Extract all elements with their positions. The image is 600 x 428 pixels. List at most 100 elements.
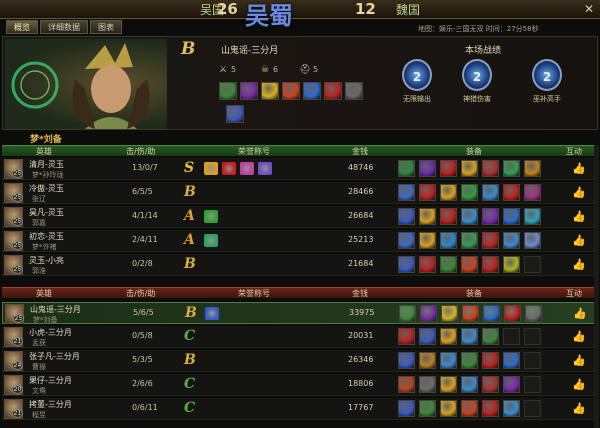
thumbs-up-icon[interactable]: 👍 — [572, 186, 586, 200]
thumbs-up-icon[interactable]: 👍 — [573, 307, 587, 321]
item-icon[interactable] — [461, 208, 478, 225]
item-icon[interactable] — [461, 376, 478, 393]
item-icon[interactable] — [503, 400, 520, 417]
honor-icon[interactable] — [204, 210, 218, 223]
thumbs-up-icon[interactable]: 👍 — [572, 162, 586, 176]
item-icon[interactable] — [504, 305, 521, 322]
item-icon[interactable] — [419, 400, 436, 417]
item-icon[interactable] — [419, 160, 436, 177]
item-icon[interactable] — [226, 105, 244, 123]
player-row[interactable]: 20 果仔-三分月 文鸯 2/6/6 C 18806 👍 — [2, 374, 598, 396]
item-icon[interactable] — [440, 376, 457, 393]
item-icon[interactable] — [461, 400, 478, 417]
item-icon[interactable] — [483, 305, 500, 322]
item-icon[interactable] — [503, 232, 520, 249]
item-icon[interactable] — [440, 184, 457, 201]
close-icon[interactable]: ✕ — [578, 0, 600, 19]
tab-overview[interactable]: 概览 — [6, 20, 38, 34]
item-icon[interactable] — [440, 232, 457, 249]
item-icon[interactable] — [240, 82, 258, 100]
player-row[interactable]: 25 灵玉-小亮 郭淮 0/2/8 B 21684 👍 — [2, 254, 598, 276]
tab-charts[interactable]: 图表 — [90, 20, 122, 34]
item-icon[interactable] — [440, 400, 457, 417]
player-row[interactable]: 25 冷傲-灵玉 张辽 6/5/5 B 28466 👍 — [2, 182, 598, 204]
item-icon[interactable] — [440, 352, 457, 369]
honor-icon[interactable] — [258, 162, 272, 175]
tab-details[interactable]: 详细数据 — [40, 20, 88, 34]
item-icon[interactable] — [503, 256, 520, 273]
honor-icon[interactable] — [204, 234, 218, 247]
item-icon[interactable] — [461, 352, 478, 369]
honor-icon[interactable] — [204, 162, 218, 175]
player-row[interactable]: 21 拷董-三分月 程昱 0/6/11 C 17767 👍 — [2, 398, 598, 420]
item-icon[interactable] — [524, 208, 541, 225]
item-icon[interactable] — [440, 328, 457, 345]
item-icon[interactable] — [398, 256, 415, 273]
item-icon[interactable] — [482, 400, 499, 417]
item-icon[interactable] — [440, 160, 457, 177]
item-icon[interactable] — [440, 208, 457, 225]
thumbs-up-icon[interactable]: 👍 — [572, 258, 586, 272]
item-icon[interactable] — [524, 184, 541, 201]
item-icon[interactable] — [482, 184, 499, 201]
player-row[interactable]: 25 山鬼谣-三分月 梦*刘备 5/6/5 B 33975 👍 — [2, 302, 598, 324]
item-icon[interactable] — [398, 184, 415, 201]
item-icon[interactable] — [398, 160, 415, 177]
item-icon[interactable] — [219, 82, 237, 100]
thumbs-up-icon[interactable]: 👍 — [572, 378, 586, 392]
item-icon[interactable] — [482, 256, 499, 273]
item-icon[interactable] — [503, 184, 520, 201]
item-icon[interactable] — [482, 232, 499, 249]
item-icon[interactable] — [524, 160, 541, 177]
player-row[interactable]: 21 小虎-三分月 孟获 0/5/8 C 20031 👍 — [2, 326, 598, 348]
item-icon[interactable] — [398, 232, 415, 249]
item-icon[interactable] — [441, 305, 458, 322]
item-icon[interactable] — [524, 232, 541, 249]
item-icon[interactable] — [419, 256, 436, 273]
thumbs-up-icon[interactable]: 👍 — [572, 402, 586, 416]
thumbs-up-icon[interactable]: 👍 — [572, 234, 586, 248]
item-icon[interactable] — [503, 352, 520, 369]
item-icon[interactable] — [482, 328, 499, 345]
item-icon[interactable] — [503, 376, 520, 393]
honor-icon[interactable] — [205, 307, 219, 320]
item-icon[interactable] — [419, 376, 436, 393]
item-icon[interactable] — [482, 352, 499, 369]
thumbs-up-icon[interactable]: 👍 — [572, 354, 586, 368]
item-icon[interactable] — [419, 328, 436, 345]
player-row[interactable]: 25 昊凡-灵玉 郭嘉 4/1/14 A 26684 👍 — [2, 206, 598, 228]
item-icon[interactable] — [398, 400, 415, 417]
item-icon[interactable] — [398, 328, 415, 345]
item-icon[interactable] — [324, 82, 342, 100]
item-icon[interactable] — [482, 160, 499, 177]
item-icon[interactable] — [398, 208, 415, 225]
item-icon[interactable] — [398, 352, 415, 369]
item-icon[interactable] — [461, 256, 478, 273]
item-icon[interactable] — [461, 184, 478, 201]
item-icon[interactable] — [419, 232, 436, 249]
item-icon[interactable] — [525, 305, 542, 322]
item-icon[interactable] — [462, 305, 479, 322]
item-icon[interactable] — [461, 160, 478, 177]
item-icon[interactable] — [420, 305, 437, 322]
item-icon[interactable] — [461, 328, 478, 345]
item-icon[interactable] — [345, 82, 363, 100]
item-icon[interactable] — [398, 376, 415, 393]
item-icon[interactable] — [482, 376, 499, 393]
scrollbar[interactable] — [594, 145, 599, 428]
honor-icon[interactable] — [240, 162, 254, 175]
item-icon[interactable] — [303, 82, 321, 100]
item-icon[interactable] — [461, 232, 478, 249]
item-icon[interactable] — [399, 305, 416, 322]
item-icon[interactable] — [419, 352, 436, 369]
player-row[interactable]: 25 初恋-灵玉 梦*许褚 2/4/11 A 25213 👍 — [2, 230, 598, 252]
player-row[interactable]: 24 张子凡-三分月 曹操 5/3/5 B 26346 👍 — [2, 350, 598, 372]
thumbs-up-icon[interactable]: 👍 — [572, 210, 586, 224]
item-icon[interactable] — [440, 256, 457, 273]
thumbs-up-icon[interactable]: 👍 — [572, 330, 586, 344]
item-icon[interactable] — [419, 184, 436, 201]
item-icon[interactable] — [482, 208, 499, 225]
item-icon[interactable] — [261, 82, 279, 100]
item-icon[interactable] — [503, 160, 520, 177]
player-row[interactable]: 25 清月-灵玉 梦*孙玲珑 13/0/7 S 48746 👍 — [2, 158, 598, 180]
